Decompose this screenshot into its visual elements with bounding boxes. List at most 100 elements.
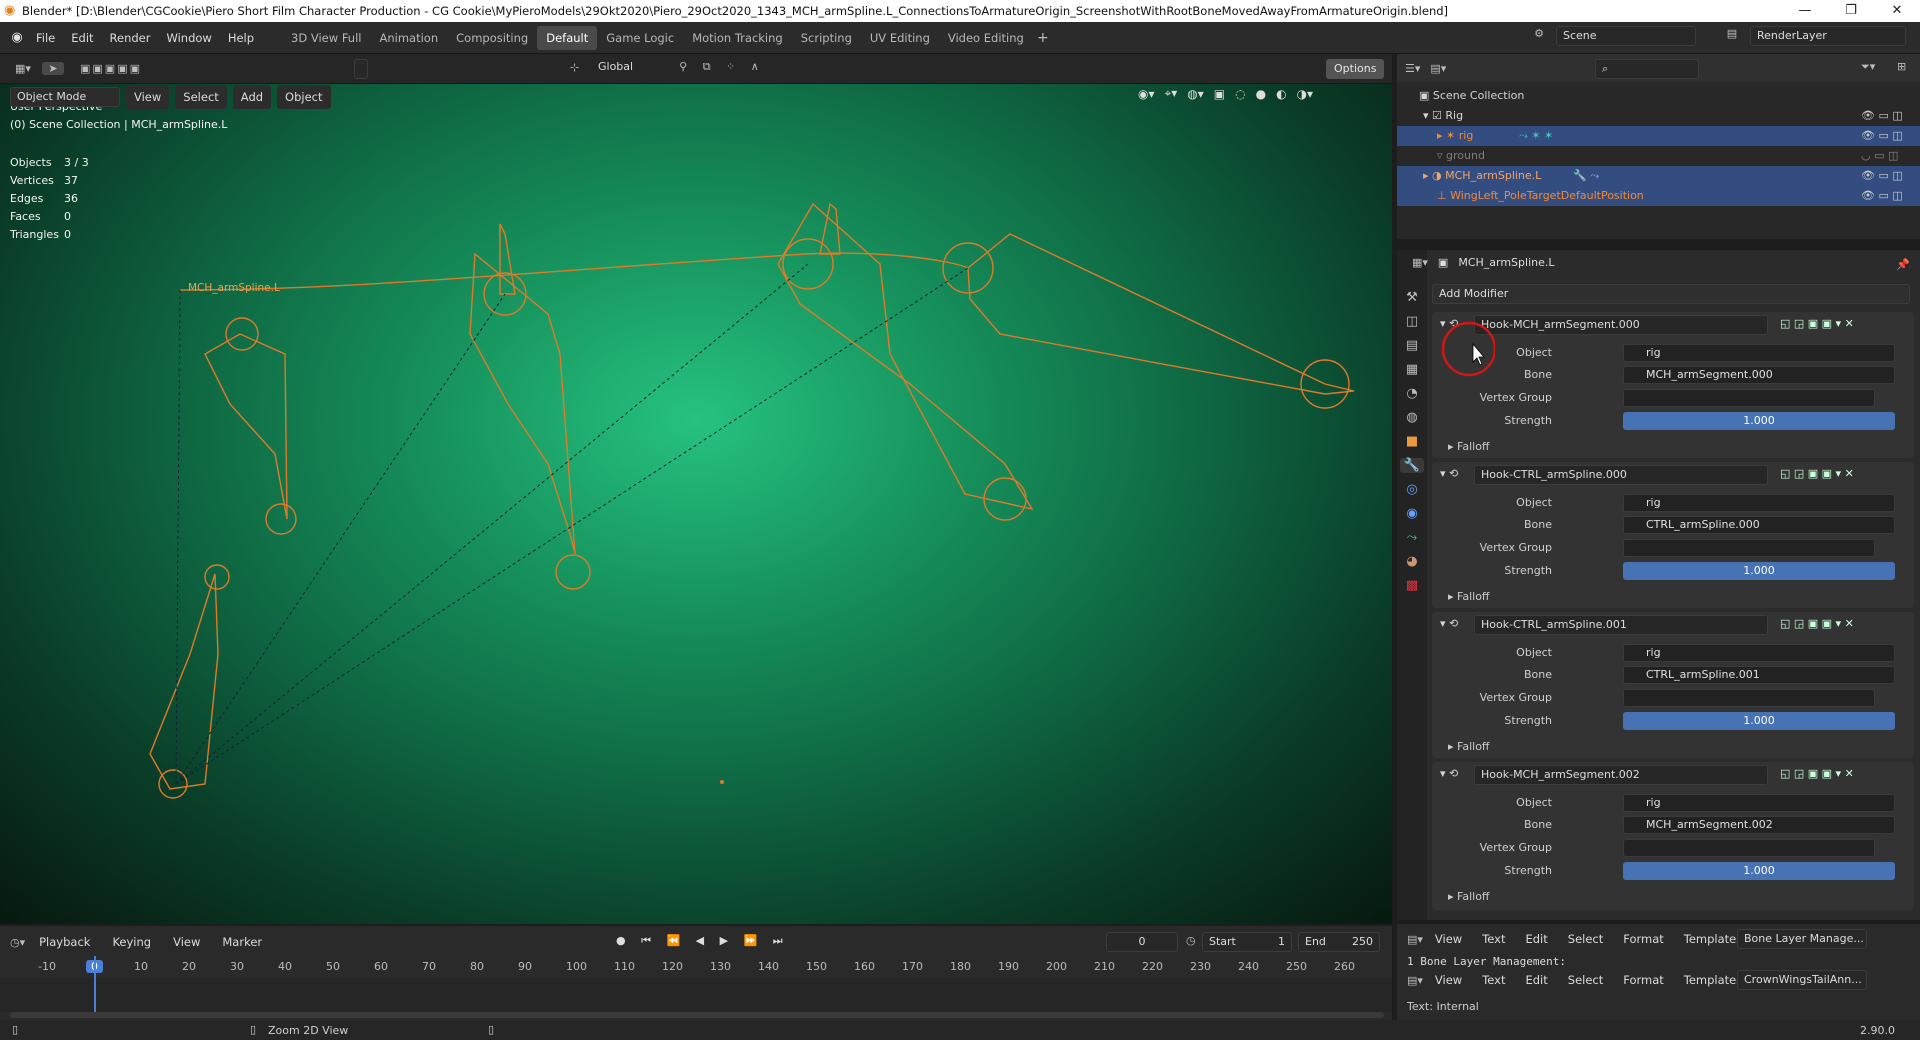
shading-rendered-icon[interactable]: ◑▾ (1297, 87, 1314, 101)
scene-selector[interactable]: Scene (1556, 26, 1696, 46)
editor-type-icon[interactable]: ▦▾ (8, 62, 38, 75)
menu-edit[interactable]: Edit (63, 26, 101, 50)
bone-field[interactable]: MCH_armSegment.002 (1623, 816, 1895, 834)
view-layer-tab-icon[interactable]: ▦ (1406, 362, 1418, 377)
visibility-icon[interactable]: ◉▾ (1138, 87, 1155, 101)
pin-icon[interactable]: 📌 (1896, 258, 1910, 271)
falloff-subpanel[interactable]: ▸ Falloff (1448, 890, 1490, 903)
tab-animation[interactable]: Animation (370, 26, 447, 50)
text-file-selector-2[interactable]: CrownWingsTailAnn... (1737, 970, 1867, 990)
material-tab-icon[interactable]: ◕ (1406, 554, 1417, 569)
orientation-dropdown[interactable]: Global (598, 60, 633, 73)
clock-icon[interactable]: ◷ (1186, 934, 1196, 947)
object-field[interactable]: rig (1623, 494, 1895, 512)
add-workspace-icon[interactable]: + (1033, 30, 1053, 46)
tab-video-editing[interactable]: Video Editing (939, 26, 1033, 50)
tab-compositing[interactable]: Compositing (447, 26, 537, 50)
playhead[interactable] (94, 956, 96, 1012)
overlay-icon[interactable]: ◍▾ (1187, 87, 1204, 101)
text-menu-select[interactable]: Select (1560, 968, 1611, 992)
timeline-menu-view[interactable]: View (165, 930, 208, 954)
constraints-tab-icon[interactable]: ⤳ (1407, 530, 1417, 545)
playback-controls[interactable]: ● ⏮ ⏪ ◀ ▶ ⏩ ⏭ (616, 934, 789, 948)
mode-dropdown[interactable]: Object Mode (10, 87, 120, 107)
vertex-group-field[interactable] (1623, 839, 1875, 857)
vertex-group-field[interactable] (1623, 689, 1875, 707)
xray-icon[interactable]: ▣ (1214, 87, 1225, 101)
strength-slider[interactable]: 1.000 (1623, 412, 1895, 430)
outliner-search-input[interactable]: ⌕ (1595, 59, 1699, 79)
visibility-toggles-icon[interactable]: 👁 ▭ ◫ (1861, 126, 1903, 146)
tab-uv-editing[interactable]: UV Editing (861, 26, 939, 50)
text-editor-icon[interactable]: ▤▾ (1407, 933, 1423, 946)
texture-tab-icon[interactable]: ▩ (1406, 578, 1418, 593)
menu-file[interactable]: File (28, 26, 63, 50)
close-button[interactable]: ✕ (1874, 0, 1920, 22)
physics-tab-icon[interactable]: ◉ (1406, 506, 1417, 521)
strength-slider[interactable]: 1.000 (1623, 862, 1895, 880)
tab-scripting[interactable]: Scripting (792, 26, 861, 50)
text-menu-edit[interactable]: Edit (1517, 968, 1555, 992)
vertex-group-field[interactable] (1623, 539, 1875, 557)
object-field[interactable]: rig (1623, 794, 1895, 812)
shading-material-icon[interactable]: ◐ (1276, 87, 1286, 101)
render-tab-icon[interactable]: ◫ (1406, 314, 1418, 329)
shading-wire-icon[interactable]: ◌ (1235, 87, 1245, 101)
properties-editor-icon[interactable]: ▦▾ (1412, 256, 1428, 269)
renderlayer-selector[interactable]: RenderLayer (1750, 26, 1906, 46)
tab-default[interactable]: Default (537, 25, 598, 50)
timeline-menu-keying[interactable]: Keying (104, 930, 159, 954)
tab-motion-tracking[interactable]: Motion Tracking (683, 26, 792, 50)
text-menu-select[interactable]: Select (1560, 927, 1611, 951)
end-frame-field[interactable]: End 250 (1298, 932, 1380, 952)
strength-slider[interactable]: 1.000 (1623, 712, 1895, 730)
menu-window[interactable]: Window (158, 26, 219, 50)
text-menu-text[interactable]: Text (1474, 927, 1513, 951)
modifier-name-field[interactable]: Hook-MCH_armSegment.000 (1474, 315, 1768, 335)
text-menu-view[interactable]: View (1427, 927, 1470, 951)
3d-viewport[interactable]: User Perspective (0) Scene Collection | … (0, 54, 1392, 924)
outliner-scene-collection[interactable]: ▣ Scene Collection (1397, 86, 1920, 106)
text-menu-text[interactable]: Text (1474, 968, 1513, 992)
outliner-item-pole-target[interactable]: ⊥ WingLeft_PoleTargetDefaultPosition 👁 ▭… (1397, 186, 1920, 206)
viewport-menu-select[interactable]: Select (175, 85, 227, 109)
timeline-ruler[interactable]: -100102030405060708090100110120130140150… (0, 956, 1392, 978)
modifier-toggle-icons[interactable]: ◱ ◲ ▣ ▣ ▾ ✕ (1780, 767, 1854, 780)
current-frame-field[interactable]: 0 (1106, 932, 1178, 952)
select-tool-icon[interactable]: ➤ (42, 62, 64, 75)
menu-render[interactable]: Render (102, 26, 159, 50)
world-tab-icon[interactable]: ◍ (1406, 410, 1417, 425)
text-file-selector-1[interactable]: Bone Layer Manage... (1737, 929, 1867, 949)
gizmo-icon[interactable]: ⌖▾ (1165, 86, 1178, 101)
text-menu-edit[interactable]: Edit (1517, 927, 1555, 951)
strength-slider[interactable]: 1.000 (1623, 562, 1895, 580)
collapse-arrow-icon[interactable]: ▾ ⟲ (1440, 767, 1458, 780)
vertex-group-field[interactable] (1623, 389, 1875, 407)
output-tab-icon[interactable]: ▤ (1406, 338, 1418, 353)
outliner-editor-icon[interactable]: ☰▾ (1405, 62, 1420, 75)
tab-3d-view-full[interactable]: 3D View Full (282, 26, 370, 50)
text-menu-format[interactable]: Format (1615, 968, 1672, 992)
menu-help[interactable]: Help (220, 26, 262, 50)
filter-icon[interactable]: ⏷▾ (1861, 60, 1875, 74)
modifier-toggle-icons[interactable]: ◱ ◲ ▣ ▣ ▾ ✕ (1780, 467, 1854, 480)
shading-solid-icon[interactable]: ● (1256, 87, 1266, 101)
object-field[interactable]: rig (1623, 344, 1895, 362)
falloff-subpanel[interactable]: ▸ Falloff (1448, 440, 1490, 453)
outliner-item-rig[interactable]: ▸ ✶ rig ⤳ ✶ ✶ 👁 ▭ ◫ (1397, 126, 1920, 146)
visibility-toggles-icon[interactable]: 👁 ▭ ◫ (1861, 186, 1903, 206)
outliner-item-rig-collection[interactable]: ▾ ☑ Rig 👁 ▭ ◫ (1397, 106, 1920, 126)
maximize-button[interactable]: ❐ (1828, 0, 1874, 22)
object-field[interactable]: rig (1623, 644, 1895, 662)
object-tab-icon[interactable]: ■ (1406, 434, 1418, 449)
bone-field[interactable]: CTRL_armSpline.001 (1623, 666, 1895, 684)
modifier-toggle-icons[interactable]: ◱ ◲ ▣ ▣ ▾ ✕ (1780, 617, 1854, 630)
outliner-item-ground[interactable]: ▿ ground ◡ ▭ ◫ (1397, 146, 1920, 166)
blender-menu-icon[interactable]: ◉ (6, 30, 28, 45)
snapping-icons[interactable]: ⚲ ⧉ ⁘ ∧ (662, 60, 782, 74)
timeline-menu-marker[interactable]: Marker (214, 930, 270, 954)
visibility-toggles-icon[interactable]: 👁 ▭ ◫ (1861, 106, 1903, 126)
viewport-menu-add[interactable]: Add (232, 85, 272, 109)
start-frame-field[interactable]: Start 1 (1202, 932, 1292, 952)
collapse-arrow-icon[interactable]: ▾ ⟲ (1440, 617, 1458, 630)
